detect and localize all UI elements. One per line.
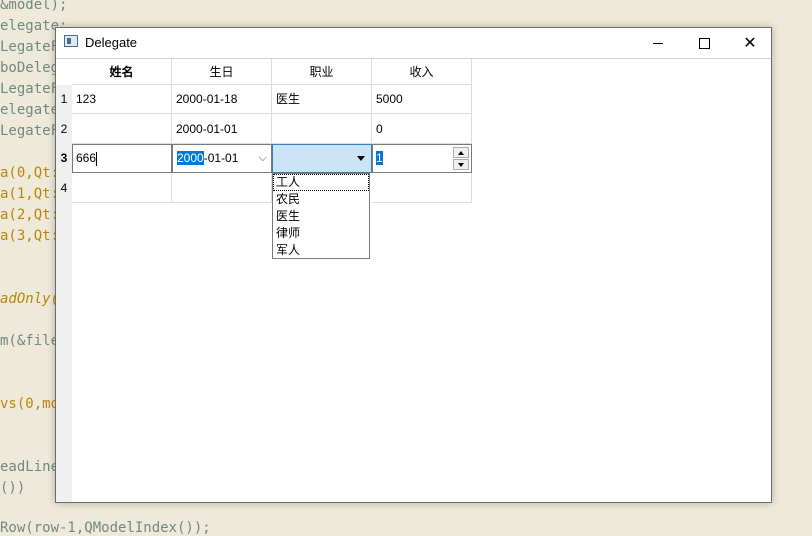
dropdown-option[interactable]: 军人 bbox=[273, 242, 369, 259]
code-line: &model); bbox=[0, 0, 68, 13]
table-cell[interactable] bbox=[72, 114, 172, 144]
row-header-4[interactable]: 4 bbox=[56, 173, 72, 203]
close-button[interactable]: ✕ bbox=[727, 28, 773, 58]
code-line: Row(row-1,QModelIndex()); bbox=[0, 520, 211, 536]
minimize-icon bbox=[653, 42, 663, 44]
income-spinbox-editor[interactable]: 1 bbox=[372, 144, 472, 173]
spin-up-button[interactable] bbox=[453, 147, 469, 158]
row-header-1[interactable]: 1 bbox=[56, 85, 72, 114]
dropdown-arrow-icon[interactable] bbox=[357, 156, 365, 161]
title-bar[interactable]: Delegate ✕ bbox=[56, 28, 771, 59]
date-rest: -01-01 bbox=[203, 151, 239, 165]
birthday-date-editor[interactable]: 2000-01-01 ⌵ bbox=[172, 144, 272, 173]
job-dropdown-list[interactable]: 工人 农民 医生 律师 军人 bbox=[272, 173, 370, 259]
name-editor-value: 666 bbox=[76, 151, 97, 165]
dropdown-option[interactable]: 律师 bbox=[273, 225, 369, 242]
table-cell[interactable]: 123 bbox=[72, 85, 172, 114]
minimize-button[interactable] bbox=[635, 28, 681, 58]
name-editor-input[interactable]: 666 bbox=[72, 144, 172, 173]
arrow-up-icon bbox=[458, 151, 464, 155]
corner-button[interactable] bbox=[56, 59, 72, 85]
row-header-2[interactable]: 2 bbox=[56, 114, 72, 144]
date-year-selected: 2000 bbox=[177, 151, 204, 165]
app-icon bbox=[64, 35, 78, 47]
table-cell[interactable]: 2000-01-01 bbox=[172, 114, 272, 144]
code-line: eadLine bbox=[0, 459, 60, 475]
table-view[interactable]: 1 2 3 4 姓名 生日 职业 收入 123 2000-01-18 医生 50… bbox=[56, 59, 771, 502]
close-icon: ✕ bbox=[743, 35, 757, 52]
column-header-job[interactable]: 职业 bbox=[272, 59, 372, 85]
maximize-icon bbox=[698, 37, 710, 49]
dropdown-option[interactable]: 农民 bbox=[273, 191, 369, 208]
table-cell[interactable]: 5000 bbox=[372, 85, 472, 114]
table-cell[interactable] bbox=[72, 173, 172, 203]
chevron-down-icon[interactable]: ⌵ bbox=[259, 145, 267, 172]
arrow-down-icon bbox=[458, 163, 464, 167]
text-caret bbox=[96, 151, 98, 166]
delegate-window: Delegate ✕ 1 2 3 4 姓名 生日 职业 收入 123 2000-… bbox=[55, 27, 772, 503]
code-line: ()) bbox=[0, 480, 26, 496]
column-header-name[interactable]: 姓名 bbox=[72, 59, 172, 85]
code-line: adOnly( bbox=[0, 291, 60, 307]
column-header-income[interactable]: 收入 bbox=[372, 59, 472, 85]
table-cell[interactable]: 2000-01-18 bbox=[172, 85, 272, 114]
spin-down-button[interactable] bbox=[453, 159, 469, 170]
window-title: Delegate bbox=[85, 35, 138, 50]
maximize-button[interactable] bbox=[681, 28, 727, 58]
table-cell[interactable] bbox=[372, 173, 472, 203]
table-cell[interactable]: 医生 bbox=[272, 85, 372, 114]
job-combo-editor[interactable] bbox=[272, 144, 372, 173]
spin-buttons bbox=[453, 147, 469, 170]
dropdown-option[interactable]: 工人 bbox=[273, 174, 369, 191]
column-header-birthday[interactable]: 生日 bbox=[172, 59, 272, 85]
table-cell[interactable] bbox=[272, 114, 372, 144]
row-header-3[interactable]: 3 bbox=[56, 144, 72, 173]
income-value-selected: 1 bbox=[376, 151, 383, 165]
table-cell[interactable]: 0 bbox=[372, 114, 472, 144]
table-cell[interactable] bbox=[172, 173, 272, 203]
code-line: boDeleg bbox=[0, 60, 60, 76]
dropdown-option[interactable]: 医生 bbox=[273, 208, 369, 225]
